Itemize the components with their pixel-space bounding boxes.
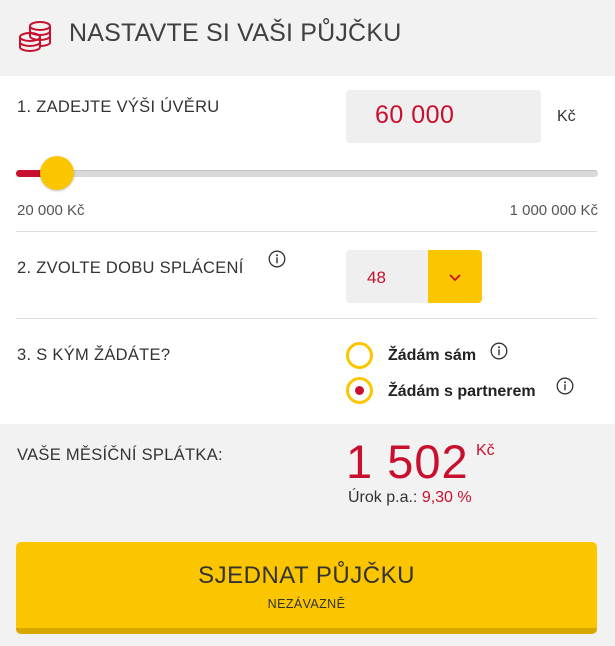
divider <box>16 231 597 232</box>
apply-loan-label: SJEDNAT PŮJČKU <box>198 562 415 589</box>
page-title: NASTAVTE SI VAŠI PŮJČKU <box>69 19 402 47</box>
slider-handle[interactable] <box>39 156 74 190</box>
slider-max-label: 1 000 000 Kč <box>509 202 598 219</box>
term-select[interactable]: 48 <box>346 250 482 303</box>
calculator-header: NASTAVTE SI VAŠI PŮJČKU <box>0 0 615 76</box>
monthly-payment-unit: Kč <box>476 442 495 459</box>
divider <box>16 318 597 319</box>
monthly-payment-value: 1 502 <box>346 435 469 488</box>
apply-loan-button[interactable]: SJEDNAT PŮJČKU NEZÁVAZNĚ <box>16 542 597 634</box>
amount-input[interactable]: 60 000 <box>346 90 541 143</box>
radio-alone[interactable] <box>346 342 373 369</box>
coins-stack-icon <box>19 21 51 52</box>
info-icon[interactable] <box>556 377 574 395</box>
applicant-label: 3. S KÝM ŽÁDÁTE? <box>17 346 171 364</box>
radio-partner-label[interactable]: Žádám s partnerem <box>388 383 536 401</box>
monthly-payment-label: VAŠE MĚSÍČNÍ SPLÁTKA: <box>17 446 223 464</box>
term-label: 2. ZVOLTE DOBU SPLÁCENÍ <box>17 259 244 277</box>
amount-slider[interactable] <box>16 154 598 194</box>
amount-value[interactable]: 60 000 <box>375 101 454 130</box>
radio-alone-label[interactable]: Žádám sám <box>388 347 476 365</box>
chevron-down-icon <box>449 274 461 282</box>
interest-rate-value: 9,30 % <box>421 489 472 506</box>
amount-label: 1. ZADEJTE VÝŠI ÚVĚRU <box>17 98 220 116</box>
interest-rate-label: Úrok p.a.: <box>348 489 418 506</box>
radio-selected-dot <box>355 386 364 395</box>
info-icon[interactable] <box>490 342 508 360</box>
slider-min-label: 20 000 Kč <box>17 202 85 219</box>
slider-track[interactable] <box>16 170 598 177</box>
info-icon[interactable] <box>268 250 286 268</box>
term-dropdown-button[interactable] <box>428 250 482 303</box>
radio-partner[interactable] <box>346 377 373 404</box>
amount-unit: Kč <box>557 108 576 125</box>
term-select-value[interactable]: 48 <box>346 250 428 303</box>
interest-rate: Úrok p.a.: 9,30 % <box>348 489 472 507</box>
apply-loan-sublabel: NEZÁVAZNĚ <box>267 597 346 611</box>
term-value: 48 <box>367 268 386 287</box>
